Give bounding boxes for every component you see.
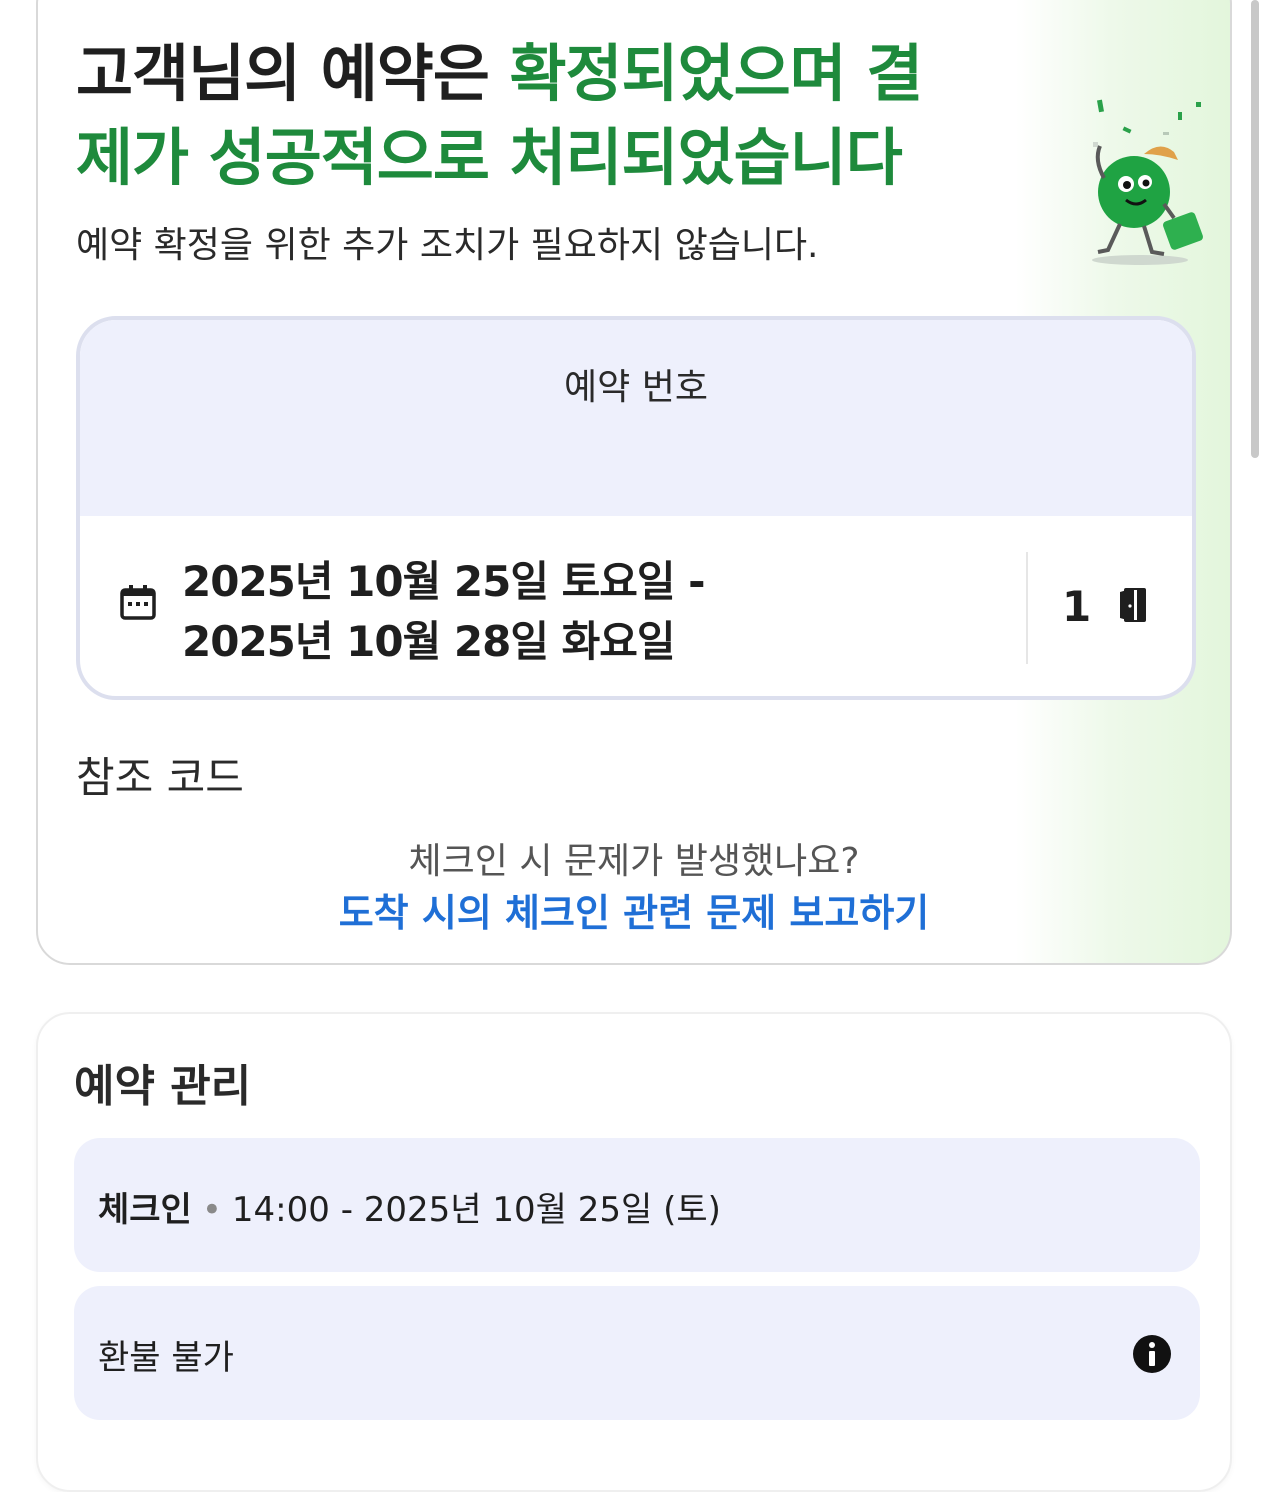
info-icon[interactable] <box>1132 1334 1172 1374</box>
mascot-illustration <box>1092 99 1203 265</box>
separator-dot: • <box>201 1190 222 1230</box>
checkin-time: 14:00 - 2025년 10월 25일 (토) <box>231 1190 721 1230</box>
door-icon <box>1120 588 1146 622</box>
headline-part-3: 제가 성공적으로 처리되었습니다 <box>76 121 903 194</box>
refund-policy-row[interactable]: 환불 불가 <box>74 1286 1200 1420</box>
checkout-date: 2025년 10월 28일 화요일 <box>182 617 675 666</box>
headline-part-1: 고객님의 예약은 <box>76 37 510 110</box>
manage-booking-title: 예약 관리 <box>74 1061 252 1112</box>
booking-number-panel: 예약 번호 <box>80 320 1192 516</box>
reference-code-label: 참조 코드 <box>76 753 244 802</box>
confirmation-card: 고객님의 예약은 확정되었으며 결 제가 성공적으로 처리되었습니다 예약 확정… <box>36 0 1232 965</box>
calendar-icon <box>120 585 156 620</box>
report-checkin-issue-link[interactable]: 도착 시의 체크인 관련 문제 보고하기 <box>38 882 1230 937</box>
checkin-label: 체크인 <box>98 1190 192 1230</box>
room-count: 1 <box>1062 582 1092 631</box>
divider <box>1026 552 1028 664</box>
checkin-info-row[interactable]: 체크인 • 14:00 - 2025년 10월 25일 (토) <box>74 1138 1200 1272</box>
booking-number-label: 예약 번호 <box>564 367 708 408</box>
checkin-info: 체크인 • 14:00 - 2025년 10월 25일 (토) <box>98 1182 721 1231</box>
scrollbar[interactable] <box>1251 0 1259 458</box>
checkin-issue-question: 체크인 시 문제가 발생했나요? <box>408 841 860 882</box>
manage-booking-card: 예약 관리 체크인 • 14:00 - 2025년 10월 25일 (토) 환불 불… <box>36 1012 1232 1492</box>
booking-summary: 예약 번호 2025년 10월 25일 토요일 - 2025년 10월 28일 … <box>76 316 1196 700</box>
checkin-date: 2025년 10월 25일 토요일 - <box>182 557 706 606</box>
confirmation-headline: 고객님의 예약은 확정되었으며 결 제가 성공적으로 처리되었습니다 <box>76 32 1016 200</box>
refund-policy-label: 환불 불가 <box>98 1338 234 1378</box>
headline-part-2: 확정되었으며 결 <box>509 37 923 110</box>
confirmation-subtext: 예약 확정을 위한 추가 조치가 필요하지 않습니다. <box>76 225 819 266</box>
